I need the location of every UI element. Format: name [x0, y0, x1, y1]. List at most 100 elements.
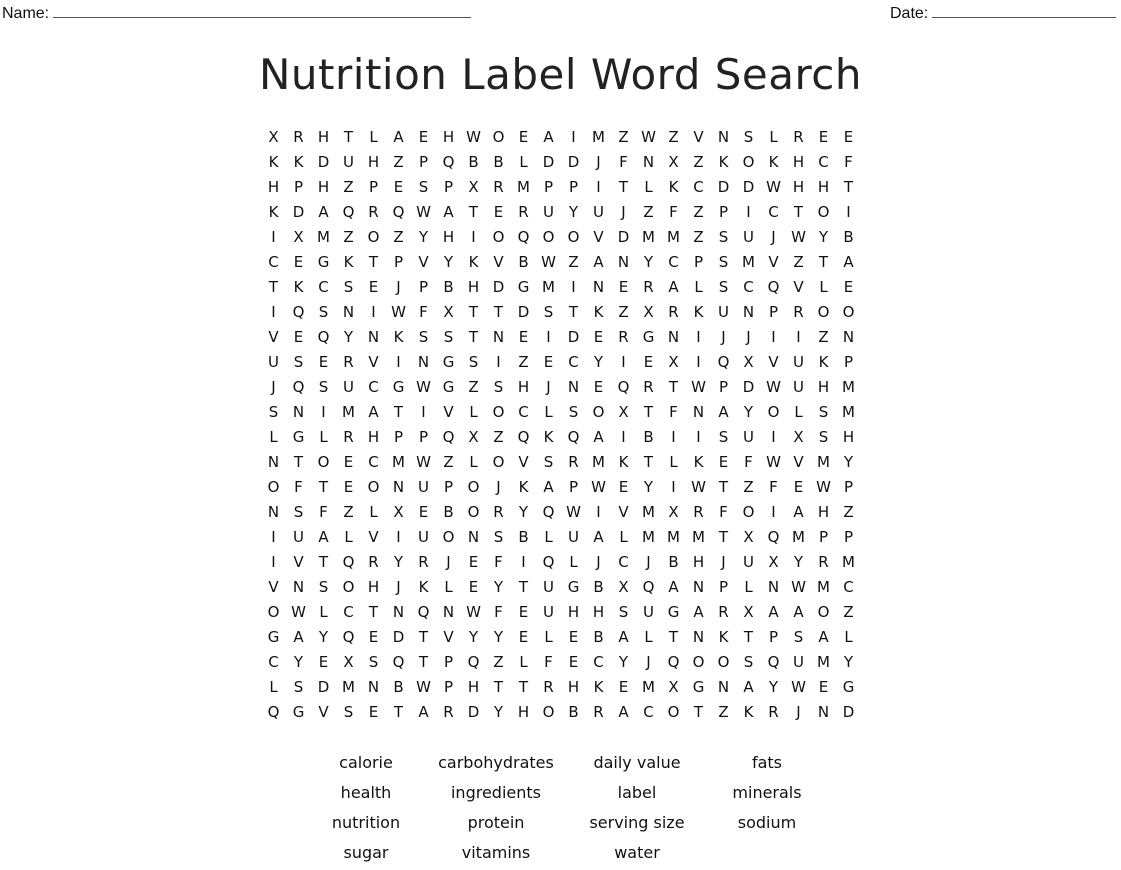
grid-letter[interactable]: D — [386, 626, 411, 651]
grid-letter[interactable]: O — [536, 226, 561, 251]
grid-letter[interactable]: Z — [486, 426, 511, 451]
grid-letter[interactable]: Y — [511, 501, 536, 526]
grid-letter[interactable]: D — [511, 301, 536, 326]
grid-letter[interactable]: V — [436, 401, 461, 426]
grid-letter[interactable]: P — [361, 176, 386, 201]
grid-letter[interactable]: T — [461, 201, 486, 226]
grid-letter[interactable]: L — [561, 551, 586, 576]
grid-letter[interactable]: S — [311, 301, 336, 326]
grid-letter[interactable]: D — [286, 201, 311, 226]
grid-letter[interactable]: A — [586, 526, 611, 551]
grid-letter[interactable]: C — [361, 376, 386, 401]
date-field[interactable]: Date: — [890, 3, 1117, 23]
grid-letter[interactable]: R — [586, 701, 611, 726]
grid-letter[interactable]: R — [661, 301, 686, 326]
grid-letter[interactable]: P — [711, 201, 736, 226]
grid-letter[interactable]: X — [661, 351, 686, 376]
grid-letter[interactable]: B — [586, 576, 611, 601]
grid-letter[interactable]: U — [336, 151, 361, 176]
grid-letter[interactable]: P — [711, 576, 736, 601]
grid-letter[interactable]: P — [286, 176, 311, 201]
grid-letter[interactable]: V — [436, 626, 461, 651]
grid-letter[interactable]: V — [761, 251, 786, 276]
grid-letter[interactable]: L — [536, 526, 561, 551]
grid-letter[interactable]: R — [286, 126, 311, 151]
grid-letter[interactable]: S — [286, 501, 311, 526]
grid-letter[interactable]: Z — [386, 226, 411, 251]
grid-letter[interactable]: P — [836, 351, 861, 376]
grid-letter[interactable]: X — [661, 676, 686, 701]
grid-letter[interactable]: Q — [411, 601, 436, 626]
grid-letter[interactable]: U — [561, 526, 586, 551]
grid-letter[interactable]: U — [411, 476, 436, 501]
grid-letter[interactable]: L — [636, 176, 661, 201]
grid-letter[interactable]: Y — [411, 226, 436, 251]
grid-letter[interactable]: Z — [786, 251, 811, 276]
grid-letter[interactable]: A — [661, 576, 686, 601]
grid-letter[interactable]: T — [286, 451, 311, 476]
grid-letter[interactable]: Y — [386, 551, 411, 576]
grid-letter[interactable]: B — [636, 426, 661, 451]
grid-letter[interactable]: Y — [736, 401, 761, 426]
grid-letter[interactable]: J — [636, 551, 661, 576]
grid-letter[interactable]: S — [811, 426, 836, 451]
grid-letter[interactable]: N — [636, 151, 661, 176]
grid-letter[interactable]: B — [586, 626, 611, 651]
grid-letter[interactable]: U — [536, 201, 561, 226]
grid-letter[interactable]: Z — [686, 151, 711, 176]
grid-letter[interactable]: P — [761, 301, 786, 326]
grid-letter[interactable]: X — [661, 501, 686, 526]
grid-letter[interactable]: O — [561, 226, 586, 251]
grid-letter[interactable]: M — [811, 576, 836, 601]
grid-letter[interactable]: O — [761, 401, 786, 426]
grid-letter[interactable]: S — [361, 651, 386, 676]
grid-letter[interactable]: Y — [586, 351, 611, 376]
grid-letter[interactable]: E — [611, 476, 636, 501]
grid-letter[interactable]: V — [411, 251, 436, 276]
grid-letter[interactable]: N — [811, 701, 836, 726]
grid-letter[interactable]: Q — [761, 651, 786, 676]
grid-letter[interactable]: A — [611, 626, 636, 651]
grid-letter[interactable]: K — [461, 251, 486, 276]
grid-letter[interactable]: X — [661, 151, 686, 176]
grid-letter[interactable]: O — [686, 651, 711, 676]
grid-letter[interactable]: O — [736, 151, 761, 176]
grid-letter[interactable]: W — [786, 226, 811, 251]
grid-letter[interactable]: N — [386, 601, 411, 626]
grid-letter[interactable]: M — [836, 401, 861, 426]
grid-letter[interactable]: R — [336, 426, 361, 451]
grid-letter[interactable]: W — [686, 376, 711, 401]
grid-letter[interactable]: F — [311, 501, 336, 526]
grid-letter[interactable]: C — [661, 251, 686, 276]
grid-letter[interactable]: J — [586, 551, 611, 576]
grid-letter[interactable]: H — [586, 601, 611, 626]
grid-letter[interactable]: H — [461, 276, 486, 301]
grid-letter[interactable]: F — [736, 451, 761, 476]
grid-letter[interactable]: E — [561, 626, 586, 651]
grid-letter[interactable]: S — [711, 251, 736, 276]
grid-letter[interactable]: R — [561, 451, 586, 476]
grid-letter[interactable]: T — [486, 676, 511, 701]
grid-letter[interactable]: J — [761, 226, 786, 251]
grid-letter[interactable]: V — [261, 576, 286, 601]
grid-letter[interactable]: T — [811, 251, 836, 276]
grid-letter[interactable]: J — [786, 701, 811, 726]
grid-letter[interactable]: E — [486, 201, 511, 226]
grid-letter[interactable]: Z — [461, 376, 486, 401]
grid-letter[interactable]: V — [261, 326, 286, 351]
grid-letter[interactable]: E — [636, 351, 661, 376]
grid-letter[interactable]: O — [486, 226, 511, 251]
grid-letter[interactable]: J — [611, 201, 636, 226]
grid-letter[interactable]: N — [261, 501, 286, 526]
date-blank-line[interactable] — [932, 3, 1117, 18]
grid-letter[interactable]: G — [511, 276, 536, 301]
grid-letter[interactable]: C — [261, 251, 286, 276]
grid-letter[interactable]: C — [336, 601, 361, 626]
grid-letter[interactable]: F — [611, 151, 636, 176]
grid-letter[interactable]: T — [386, 701, 411, 726]
grid-letter[interactable]: C — [636, 701, 661, 726]
grid-letter[interactable]: H — [811, 376, 836, 401]
grid-letter[interactable]: X — [461, 426, 486, 451]
grid-letter[interactable]: O — [536, 701, 561, 726]
grid-letter[interactable]: I — [411, 401, 436, 426]
